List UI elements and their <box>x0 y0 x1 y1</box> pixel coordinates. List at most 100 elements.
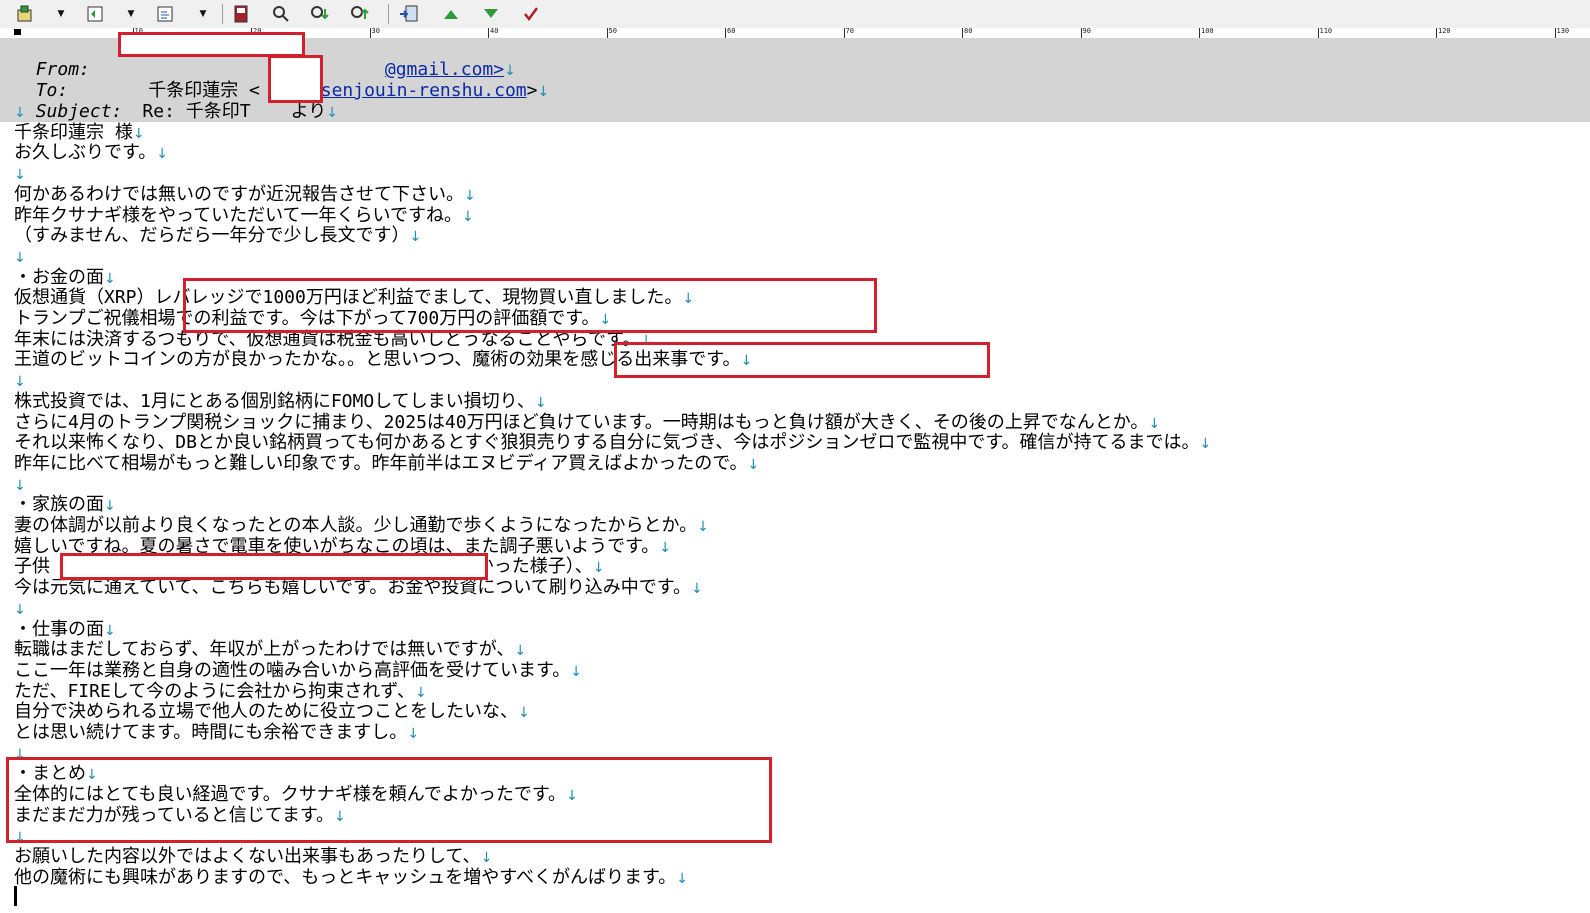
toolbar-divider <box>388 4 389 24</box>
line-end-mark: ↓ <box>514 643 527 660</box>
send-dropdown-icon[interactable]: ▼ <box>54 3 68 25</box>
ruler-label: 80 <box>964 28 973 35</box>
ruler-label: 50 <box>608 28 617 35</box>
body-line[interactable]: ここ一年は業務と自身の適性の噛み合いから高評価を受けています。↓ <box>14 660 582 681</box>
ruler-label: 60 <box>727 28 736 35</box>
line-end-mark: ↓ <box>464 187 476 204</box>
line-end-mark: ↓ <box>14 477 26 494</box>
redaction-box <box>118 32 305 57</box>
body-line[interactable]: 今は元気に通えていて、こちらも嬉しいです。お金や投資について刷り込み中です。↓ <box>14 577 703 598</box>
line-end-mark: ↓ <box>104 622 116 639</box>
line-end-mark: ↓ <box>326 105 338 121</box>
line-end-mark: ↓ <box>14 105 26 121</box>
line-end-mark: ↓ <box>697 519 709 535</box>
body-line[interactable]: 転職はまだしておらず、年収が上がったわけでは無いですが、↓ <box>14 639 526 660</box>
body-line-text: 何かあるわけでは無いのですが近況報告させて下さい。 <box>14 183 464 205</box>
attach-dropdown-icon[interactable]: ▼ <box>196 3 210 25</box>
line-end-mark: ↓ <box>415 684 427 701</box>
body-line[interactable]: ただ、FIREして今のように会社から拘束されず、↓ <box>14 681 427 702</box>
body-line-text: 妻の体調が以前より良くなったとの本人談。少し通勤で歩くようになったからとか。 <box>14 515 698 536</box>
toolbar-divider <box>222 4 223 24</box>
body-line[interactable]: 昨年に比べて相場がもっと難しい印象です。昨年前半はエヌビディア買えばよかったので… <box>14 453 759 474</box>
ruler-label: 100 <box>1201 28 1214 35</box>
body-line[interactable]: 株式投資では、1月にとある個別銘柄にFOMOしてしまい損切り、↓ <box>14 391 547 412</box>
body-line[interactable]: お久しぶりです。↓ <box>14 142 168 163</box>
toolbar: ▼ ▼ ▼ <box>0 0 1590 29</box>
body-line[interactable]: ↓ <box>14 598 26 619</box>
body-line[interactable]: ↓ <box>14 474 26 495</box>
body-line[interactable]: ↓ <box>14 370 26 391</box>
line-end-mark: ↓ <box>14 374 26 391</box>
body-line-text: 今は元気に通えていて、こちらも嬉しいです。お金や投資について刷り込み中です。 <box>14 577 691 599</box>
body-line-text: それ以来怖くなり、DBとか良い銘柄買っても何かあるとすぐ狼狽売りする自分に気づき… <box>14 432 1200 454</box>
body-line-text: 千条印蓮宗 様 <box>14 121 133 143</box>
to-address[interactable]: @senjouin-renshu.com <box>310 80 527 101</box>
body-line[interactable]: それ以来怖くなり、DBとか良い銘柄買っても何かあるとすぐ狼狽売りする自分に気づき… <box>14 432 1211 453</box>
check-icon[interactable] <box>520 3 542 25</box>
body-line[interactable]: 自分で決められる立場で他人のために役立つことをしたいな、↓ <box>14 701 530 722</box>
body-line-text: ・仕事の面 <box>14 618 104 640</box>
body-line[interactable]: 他の魔術にも興味がありますので、もっとキャッシュを増やすべくがんばります。↓ <box>14 867 688 888</box>
line-end-mark: ↓ <box>14 249 26 266</box>
body-line[interactable]: 妻の体調が以前より良くなったとの本人談。少し通勤で歩くようになったからとか。↓ <box>14 515 709 536</box>
line-end-mark: ↓ <box>14 167 26 184</box>
body-line-text: 昨年に比べて相場がもっと難しい印象です。昨年前半はエヌビディア買えばよかったので… <box>14 452 748 474</box>
attach-icon[interactable] <box>154 3 176 25</box>
ruler-label: 40 <box>490 28 499 35</box>
body-line[interactable]: （すみません、だらだら一年分で少し長文です）↓ <box>14 225 421 246</box>
send-icon[interactable] <box>14 3 36 25</box>
line-end-mark: ↓ <box>104 498 116 515</box>
ruler-label: 110 <box>1319 28 1333 35</box>
line-end-mark: ↓ <box>104 270 116 287</box>
body-line[interactable]: ・仕事の面↓ <box>14 619 116 640</box>
body-line-text: お久しぶりです。 <box>14 142 157 164</box>
search-next-icon[interactable] <box>310 3 332 25</box>
line-end-mark: ↓ <box>409 229 422 246</box>
subject-suffix: より <box>290 101 327 122</box>
line-end-mark: ↓ <box>676 870 688 887</box>
body-line[interactable]: お願いした内容以外ではよくない出来事もあったりして、↓ <box>14 846 492 867</box>
body-line[interactable]: 千条印蓮宗 様↓ <box>14 122 145 143</box>
search-prev-icon[interactable] <box>350 3 372 25</box>
body-line[interactable]: ・家族の面↓ <box>14 494 116 515</box>
save-draft-icon[interactable] <box>84 3 106 25</box>
line-end-mark: ↓ <box>518 705 530 722</box>
body-line-text: 他の魔術にも興味がありますので、もっとキャッシュを増やすべくがんばります。 <box>14 866 677 888</box>
body-line[interactable]: ↓ <box>14 163 26 184</box>
body-line[interactable]: さらに4月のトランプ関税ショックに捕まり、2025は40万円ほど負けています。一… <box>14 412 1160 433</box>
line-end-mark: ↓ <box>1199 436 1212 453</box>
highlight-box <box>6 757 772 843</box>
move-down-icon[interactable] <box>480 3 502 25</box>
ruler-label: 120 <box>1438 28 1451 35</box>
line-end-mark: ↓ <box>14 601 26 618</box>
address-book-icon[interactable] <box>230 3 252 25</box>
body-line[interactable]: ・お金の面↓ <box>14 267 116 288</box>
body-line[interactable]: 何かあるわけでは無いのですが近況報告させて下さい。↓ <box>14 184 476 205</box>
body-line-text: 自分で決められる立場で他人のために役立つことをしたいな、 <box>14 701 518 723</box>
body-line-text: 株式投資では、1月にとある個別銘柄にFOMOしてしまい損切り、 <box>14 390 535 412</box>
body-line-text: ただ、FIREして今のように会社から拘束されず、 <box>14 680 416 702</box>
line-end-mark: ↓ <box>407 726 420 742</box>
to-close: > <box>526 80 538 101</box>
draft-dropdown-icon[interactable]: ▼ <box>124 3 138 25</box>
body-line-text: さらに4月のトランプ関税ショックに捕まり、2025は40万円ほど負けています。一… <box>14 411 1149 433</box>
body-line[interactable]: ↓ <box>14 101 26 122</box>
body-line[interactable]: ↓ <box>14 246 26 267</box>
ruler-label: 30 <box>371 28 380 35</box>
redaction-box <box>268 55 323 103</box>
search-icon[interactable] <box>270 3 292 25</box>
highlight-box <box>183 278 877 333</box>
body-line-text: とは思い続けてます。時間にも余裕できますし。 <box>14 722 408 743</box>
body-line-text: （すみません、だらだら一年分で少し長文です） <box>14 225 410 247</box>
body-line-text: ・家族の面 <box>14 494 104 516</box>
body-line-text: お願いした内容以外ではよくない出来事もあったりして、 <box>14 846 481 868</box>
move-up-icon[interactable] <box>440 3 462 25</box>
line-end-mark: ↓ <box>1148 415 1161 432</box>
body-line[interactable]: とは思い続けてます。時間にも余裕できますし。↓ <box>14 722 419 743</box>
redaction-box <box>60 553 488 580</box>
line-end-mark: ↓ <box>659 539 672 556</box>
body-line[interactable]: 昨年クサナギ様をやっていただいて一年くらいですね。↓ <box>14 205 474 226</box>
line-end-mark: ↓ <box>462 208 474 225</box>
subject-prefix: Re: 千条印T <box>142 101 251 122</box>
insert-file-icon[interactable] <box>398 3 420 25</box>
